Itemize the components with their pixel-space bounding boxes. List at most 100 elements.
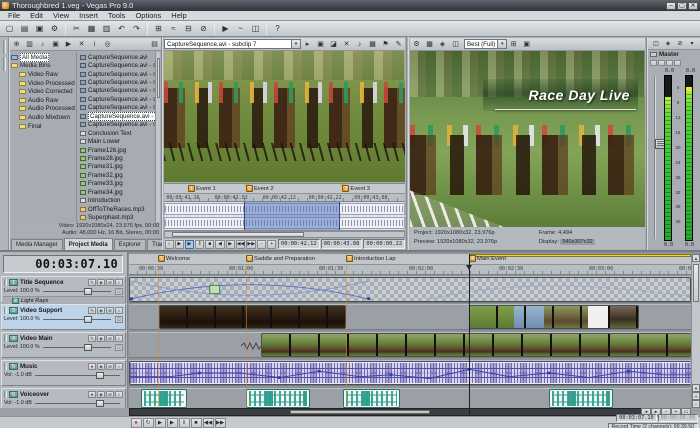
add-media-from-cursor-icon[interactable]: ▸	[302, 39, 313, 50]
get-media-icon[interactable]: ▣	[50, 39, 61, 50]
track-row-video-support[interactable]	[129, 304, 691, 330]
track-row-title-sequence[interactable]	[129, 276, 691, 303]
timeline-event-music[interactable]	[129, 361, 691, 385]
envelope-edit-tool-icon[interactable]: ~	[234, 22, 247, 35]
track-header-video-main[interactable]: 4 Video Main ✎ ◈ ⊘ ○ Level: 100.0 % ◫	[1, 332, 126, 358]
track-grip[interactable]	[4, 363, 7, 370]
solo-icon[interactable]: ○	[115, 363, 123, 370]
scroll-down-icon[interactable]: ▼	[692, 384, 700, 392]
auto-preview-icon[interactable]: ▶	[63, 39, 74, 50]
downmix-output-icon[interactable]: ◫	[651, 39, 661, 49]
media-file[interactable]: Frame34.jpg	[77, 188, 160, 196]
marker-tools-icon[interactable]: ⚑	[380, 39, 391, 50]
volume-slider[interactable]	[35, 375, 120, 376]
selection-length-timecode[interactable]: 00:00:00.22	[363, 239, 405, 249]
dock-strip[interactable]	[0, 37, 9, 250]
zoom-out-icon[interactable]: −	[257, 240, 266, 249]
search-media-icon[interactable]: ◎	[102, 39, 113, 50]
undo-icon[interactable]: ↶	[115, 22, 128, 35]
timeline-event-voiceover[interactable]	[343, 389, 400, 408]
volume-slider[interactable]	[35, 403, 120, 404]
cursor-position-timecode[interactable]: 00:03:07.10	[616, 414, 656, 422]
scrollbar-thumb[interactable]	[290, 410, 430, 414]
timeline-event-video[interactable]	[261, 333, 691, 357]
stop-icon[interactable]: ■	[205, 240, 214, 249]
menu-edit[interactable]: Edit	[25, 11, 48, 20]
tree-item-audio-mixdown[interactable]: Audio Mixdown	[11, 113, 76, 122]
save-project-icon[interactable]: ▣	[33, 22, 46, 35]
trimmer-waveform[interactable]	[164, 202, 405, 231]
preview-quality-dropdown[interactable]: Best (Full)	[464, 39, 498, 49]
zoom-in-icon[interactable]: +	[267, 240, 276, 249]
ignore-event-grouping-icon[interactable]: ⊘	[197, 22, 210, 35]
master-fader[interactable]	[654, 77, 656, 239]
whats-this-help-icon[interactable]: ?	[271, 22, 284, 35]
tree-item-audio-processed[interactable]: Audio Processed	[11, 105, 76, 114]
maximize-button[interactable]: ▢	[677, 2, 687, 10]
mute-icon[interactable]: ⊘	[106, 335, 114, 342]
menu-options[interactable]: Options	[130, 11, 166, 20]
media-file[interactable]: CaptureSequence.avi - subclip 1	[77, 61, 160, 69]
trimmer-scrollbar[interactable]	[164, 231, 405, 238]
media-file[interactable]: Introduction	[77, 196, 160, 204]
zoom-in-track-icon[interactable]: +	[692, 392, 700, 400]
next-frame-icon[interactable]: ▶	[226, 240, 235, 249]
media-properties-icon[interactable]: i	[89, 39, 100, 50]
media-file[interactable]: Conclusion Text	[77, 129, 160, 137]
track-grip[interactable]	[4, 335, 7, 342]
tab-project-media[interactable]: Project Media	[64, 238, 113, 250]
track-row-video-main[interactable]	[129, 332, 691, 358]
track-fx-icon[interactable]: ✎	[88, 279, 96, 286]
track-grip[interactable]	[4, 279, 7, 286]
scroll-up-icon[interactable]: ▲	[692, 254, 700, 262]
track-grip[interactable]	[4, 307, 7, 314]
track-fx-icon[interactable]: ✎	[88, 307, 96, 314]
cut-icon[interactable]: ✂	[70, 22, 83, 35]
import-media-icon[interactable]: ⊕	[11, 39, 22, 50]
timeline-event-title[interactable]	[129, 277, 691, 302]
media-file[interactable]: CaptureSequence.avi - subclip 3	[77, 78, 160, 86]
media-file[interactable]: CaptureSequence.avi - subclip 4	[77, 87, 160, 95]
master-automation-buttons[interactable]	[650, 60, 682, 66]
media-file[interactable]: Frame126.jpg	[77, 146, 160, 154]
go-to-start-icon[interactable]: ◀◀	[203, 418, 214, 428]
selection-duration-timecode[interactable]: 00:00:00.00	[658, 414, 698, 422]
show-video-icon[interactable]: ▦	[367, 39, 378, 50]
timeline-vertical-scrollbar[interactable]: ▲ ▼ + −	[691, 254, 700, 408]
mute-output-icon[interactable]: ⊘	[675, 39, 685, 49]
level-slider[interactable]	[43, 347, 111, 348]
level-slider[interactable]	[43, 291, 111, 292]
file-list-scrollbar[interactable]	[155, 52, 160, 222]
level-slider[interactable]	[43, 319, 111, 320]
selection-start-timecode[interactable]: 00:00:42.12	[278, 239, 320, 249]
compositing-mode-icon[interactable]: ◫	[115, 316, 123, 323]
solo-icon[interactable]: ○	[115, 335, 123, 342]
media-file[interactable]: Frame32.jpg	[77, 171, 160, 179]
project-properties-icon[interactable]: ⚙	[48, 22, 61, 35]
tree-item-final[interactable]: Final	[11, 122, 76, 131]
tree-item-audio-raw[interactable]: Audio Raw	[11, 96, 76, 105]
track-row-voiceover[interactable]	[129, 388, 691, 409]
selection-edit-tool-icon[interactable]: ◫	[249, 22, 262, 35]
play-icon[interactable]: ▶	[167, 418, 178, 428]
views-icon[interactable]: ▤	[149, 39, 160, 50]
tree-item-video-corrected[interactable]: Video Corrected	[11, 87, 76, 96]
play-from-start-icon[interactable]: ▶	[155, 418, 166, 428]
record-icon[interactable]: ●	[131, 418, 142, 428]
sync-cursor-icon[interactable]: ○	[165, 240, 174, 249]
media-file[interactable]: CaptureSequence.avi	[77, 53, 160, 61]
media-file[interactable]: CaptureSequence.avi - subclip 8	[77, 121, 160, 129]
minimize-button[interactable]: –	[666, 2, 676, 10]
trimmer-time-ruler[interactable]: 00:00:41.16 00:00:42.02 00:00:42.12 00:0…	[164, 194, 405, 202]
track-fx-icon[interactable]: ✎	[88, 335, 96, 342]
track-grip[interactable]	[4, 391, 7, 398]
split-screen-view-icon[interactable]: ◫	[450, 39, 461, 50]
new-project-icon[interactable]: ▢	[3, 22, 16, 35]
edit-cursor[interactable]	[469, 254, 470, 416]
track-fx-icon[interactable]: ◈	[97, 391, 105, 398]
media-file[interactable]: Main Lower	[77, 137, 160, 145]
media-file[interactable]: CaptureSequence.avi - subclip 2	[77, 70, 160, 78]
track-header-video-support[interactable]: 3 Video Support ✎ ◈ ⊘ ○ Level: 100.0 % ◫	[1, 304, 126, 330]
tab-explorer[interactable]: Explorer	[114, 239, 146, 250]
zoom-out-track-icon[interactable]: −	[692, 400, 700, 408]
